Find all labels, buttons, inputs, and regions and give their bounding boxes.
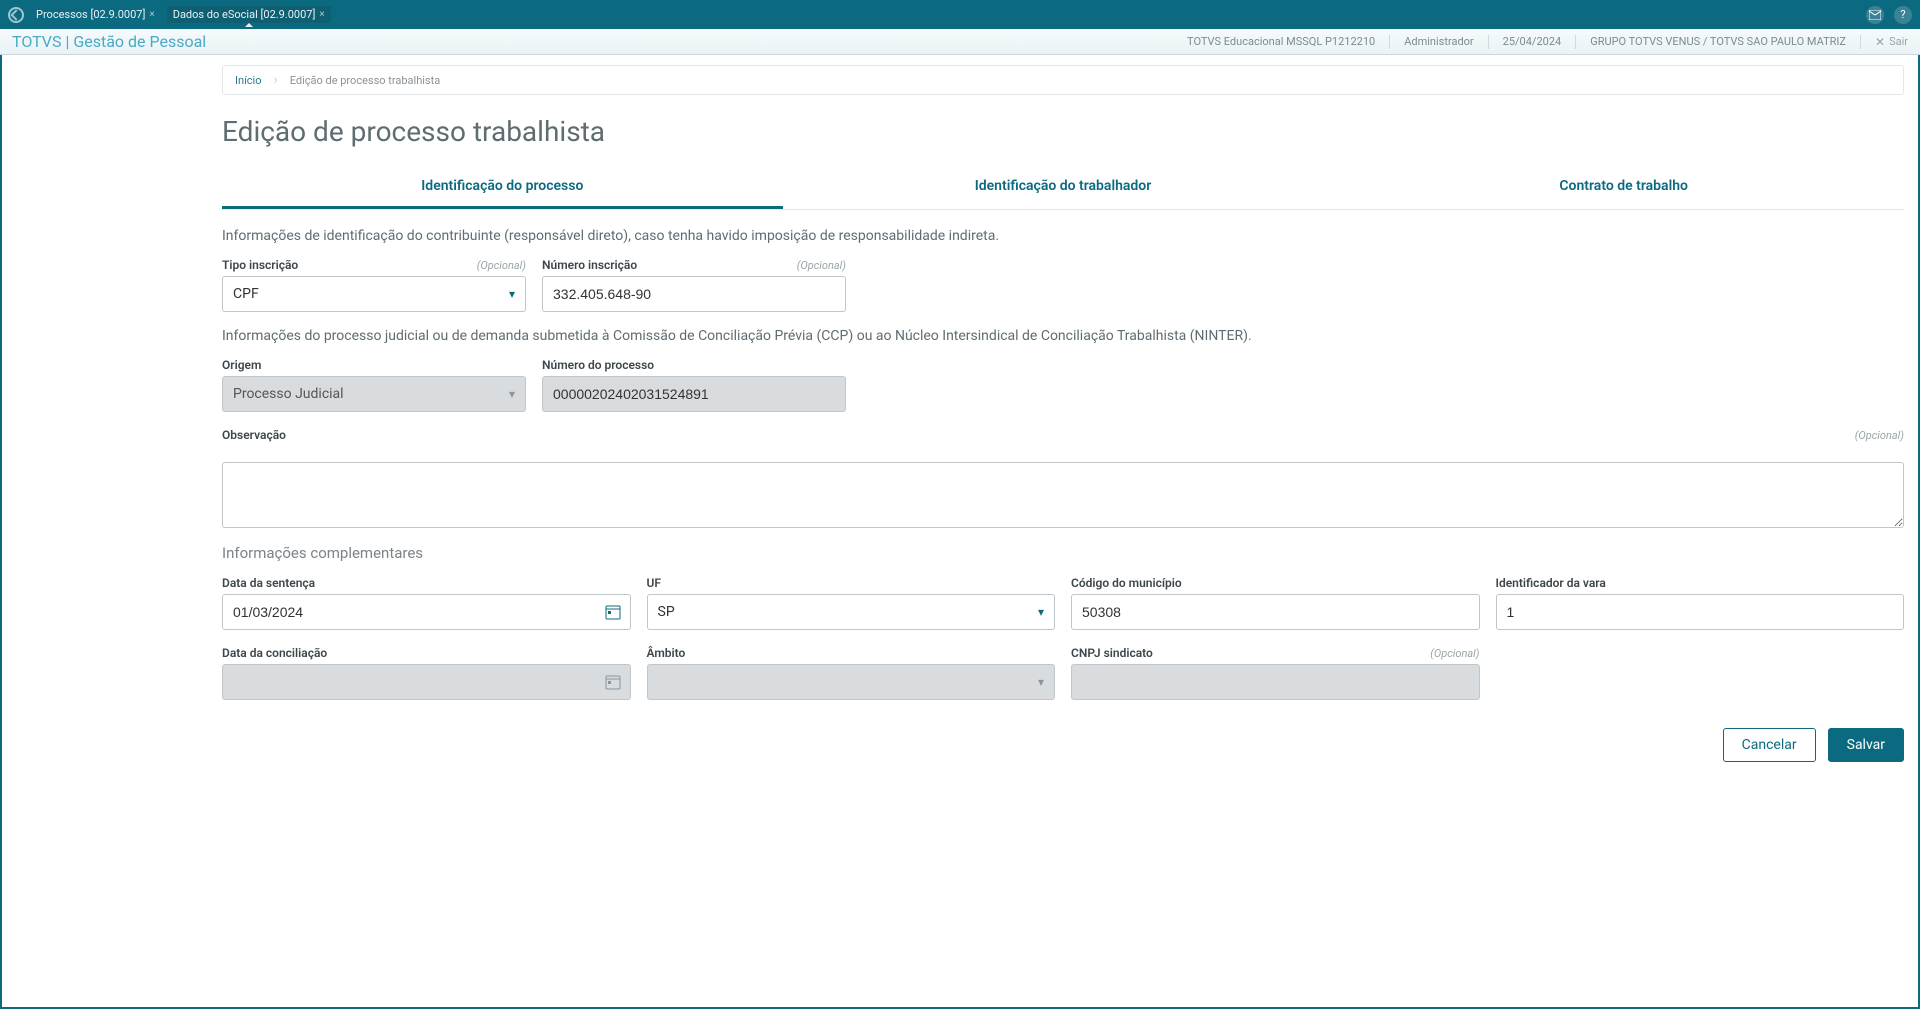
breadcrumb-current: Edição de processo trabalhista	[290, 74, 440, 87]
subheader: TOTVS | Gestão de Pessoal TOTVS Educacio…	[0, 29, 1920, 55]
label-origem: Origem	[222, 358, 261, 372]
tab-label: Dados do eSocial [02.9.0007]	[173, 8, 316, 21]
calendar-icon[interactable]	[604, 603, 622, 621]
optional-hint: (Opcional)	[1855, 429, 1904, 442]
chevron-right-icon: ›	[274, 72, 278, 88]
help-icon[interactable]: ?	[1894, 6, 1912, 24]
textarea-observacao[interactable]	[222, 462, 1904, 528]
cnpj-sindicato-field	[1082, 674, 1469, 690]
section3-title: Informações complementares	[222, 544, 1904, 562]
tabs: Identificação do processo Identificação …	[222, 166, 1904, 210]
cancel-button[interactable]: Cancelar	[1723, 728, 1816, 762]
select-ambito: ▾	[647, 664, 1056, 700]
numero-processo-field	[553, 386, 835, 402]
titlebar-tab-processos[interactable]: Processos [02.9.0007] ×	[30, 6, 161, 23]
optional-hint: (Opcional)	[797, 259, 846, 272]
codigo-municipio-field[interactable]	[1082, 604, 1469, 620]
select-uf[interactable]: SP ▾	[647, 594, 1056, 630]
tab-label: Processos [02.9.0007]	[36, 8, 145, 21]
label-tipo-inscricao: Tipo inscrição	[222, 258, 298, 272]
tab-identificacao-trabalhador[interactable]: Identificação do trabalhador	[783, 166, 1344, 209]
page-title: Edição de processo trabalhista	[222, 115, 1904, 148]
titlebar-tab-esocial[interactable]: Dados do eSocial [02.9.0007] ×	[167, 6, 331, 23]
chevron-down-icon: ▾	[509, 287, 515, 301]
numero-inscricao-field[interactable]	[553, 286, 835, 302]
label-data-conciliacao: Data da conciliação	[222, 646, 327, 660]
section2-intro: Informações do processo judicial ou de d…	[222, 328, 1904, 344]
app-logo-icon	[8, 7, 24, 23]
save-button[interactable]: Salvar	[1828, 728, 1904, 762]
close-icon: ✕	[1875, 35, 1885, 49]
identificador-vara-field[interactable]	[1507, 604, 1894, 620]
tab-identificacao-processo[interactable]: Identificação do processo	[222, 166, 783, 209]
label-observacao: Observação	[222, 428, 286, 442]
label-numero-inscricao: Número inscrição	[542, 258, 637, 272]
select-origem: Processo Judicial ▾	[222, 376, 526, 412]
input-numero-inscricao[interactable]	[542, 276, 846, 312]
calendar-icon	[604, 673, 622, 691]
exit-button[interactable]: ✕ Sair	[1875, 35, 1908, 49]
select-value: CPF	[233, 286, 259, 302]
input-data-conciliacao	[222, 664, 631, 700]
data-conciliacao-field	[233, 674, 620, 690]
label-codigo-municipio: Código do município	[1071, 576, 1182, 590]
close-icon[interactable]: ×	[319, 9, 324, 20]
label-data-sentenca: Data da sentença	[222, 576, 315, 590]
input-codigo-municipio[interactable]	[1071, 594, 1480, 630]
label-uf: UF	[647, 576, 661, 590]
select-value: Processo Judicial	[233, 386, 344, 402]
label-cnpj-sindicato: CNPJ sindicato	[1071, 646, 1153, 660]
mail-icon[interactable]	[1866, 6, 1884, 24]
select-tipo-inscricao[interactable]: CPF ▾	[222, 276, 526, 312]
exit-label: Sair	[1889, 35, 1908, 48]
app-title: TOTVS | Gestão de Pessoal	[12, 32, 1187, 51]
label-ambito: Âmbito	[647, 646, 686, 660]
input-cnpj-sindicato	[1071, 664, 1480, 700]
input-data-sentenca[interactable]	[222, 594, 631, 630]
chevron-down-icon: ▾	[509, 387, 515, 401]
select-value: SP	[658, 604, 675, 620]
chevron-down-icon: ▾	[1038, 605, 1044, 619]
breadcrumb: Início › Edição de processo trabalhista	[222, 65, 1904, 95]
label-identificador-vara: Identificador da vara	[1496, 576, 1606, 590]
left-gutter	[2, 55, 222, 1007]
optional-hint: (Opcional)	[477, 259, 526, 272]
label-numero-processo: Número do processo	[542, 358, 654, 372]
user-label: Administrador	[1404, 35, 1473, 48]
section1-intro: Informações de identificação do contribu…	[222, 228, 1904, 244]
group-label: GRUPO TOTVS VENUS / TOTVS SAO PAULO MATR…	[1590, 35, 1846, 48]
titlebar: Processos [02.9.0007] × Dados do eSocial…	[0, 0, 1920, 29]
optional-hint: (Opcional)	[1430, 647, 1479, 660]
close-icon[interactable]: ×	[149, 9, 154, 20]
input-numero-processo	[542, 376, 846, 412]
chevron-down-icon: ▾	[1038, 675, 1044, 689]
env-label: TOTVS Educacional MSSQL P1212210	[1187, 35, 1375, 48]
date-label: 25/04/2024	[1503, 35, 1562, 48]
data-sentenca-field[interactable]	[233, 604, 620, 620]
tab-contrato-trabalho[interactable]: Contrato de trabalho	[1343, 166, 1904, 209]
input-identificador-vara[interactable]	[1496, 594, 1905, 630]
breadcrumb-home[interactable]: Início	[235, 74, 262, 87]
